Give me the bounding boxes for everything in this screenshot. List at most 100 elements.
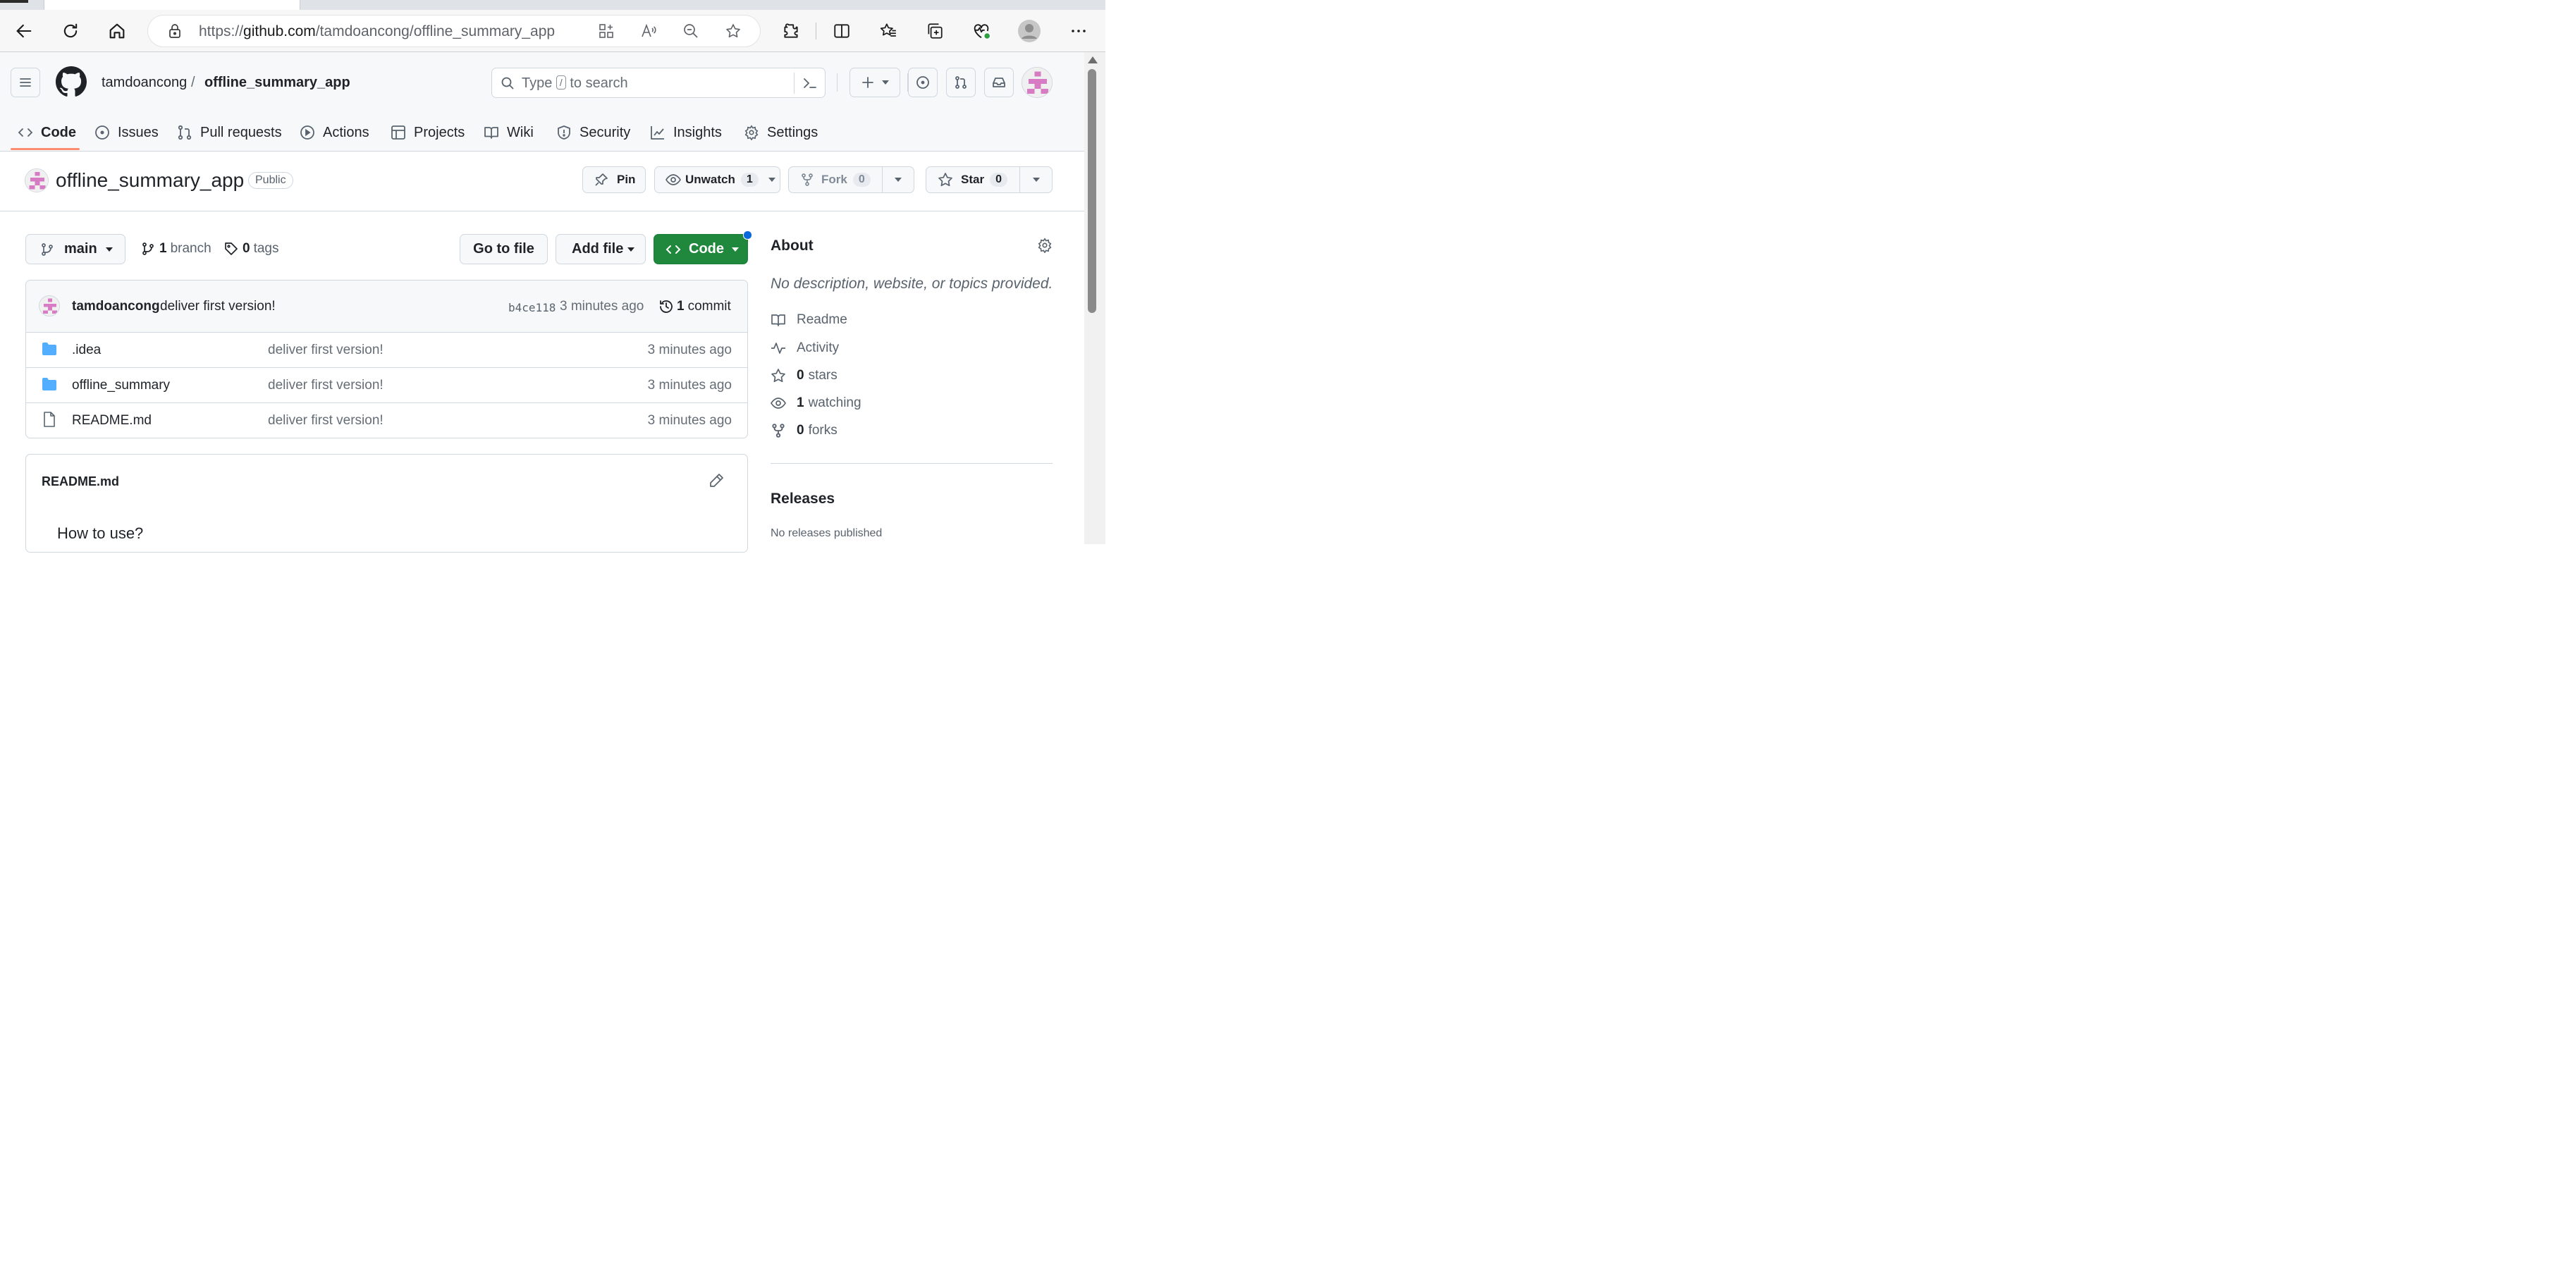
activity-link[interactable]: Activity (771, 340, 839, 356)
book-icon (484, 127, 498, 139)
tab-actions-button[interactable] (0, 0, 28, 3)
releases-title[interactable]: Releases (771, 491, 835, 507)
tab-pull-requests[interactable]: Pull requests (177, 114, 282, 151)
menu-button[interactable] (11, 68, 40, 97)
repo-link[interactable]: offline_summary_app (204, 75, 350, 91)
branch-icon (142, 242, 154, 255)
tags-link[interactable]: 0 tags (224, 241, 279, 257)
extensions-icon[interactable] (778, 18, 804, 44)
watch-count: 1 (740, 173, 759, 187)
create-new-button[interactable] (850, 68, 900, 97)
browser-essentials-icon[interactable] (969, 18, 994, 44)
table-icon (391, 125, 405, 140)
browser-tabstrip (0, 0, 1105, 10)
edit-pencil-icon[interactable] (709, 473, 724, 488)
pull-request-icon (955, 76, 967, 89)
address-url[interactable]: https://github.com/tamdoancong/offline_s… (199, 23, 555, 40)
commit-author-avatar[interactable] (39, 295, 60, 316)
fork-dropdown-button[interactable] (882, 166, 914, 193)
star-icon (938, 173, 952, 187)
tab-wiki[interactable]: Wiki (484, 114, 534, 151)
chevron-down-icon (895, 178, 902, 182)
plus-icon (862, 77, 873, 88)
address-bar[interactable]: https://github.com/tamdoancong/offline_s… (148, 16, 760, 47)
app-available-icon[interactable] (598, 23, 615, 39)
fork-icon (772, 424, 785, 438)
branch-selector[interactable]: main (25, 234, 125, 264)
zoom-out-icon[interactable] (682, 23, 699, 39)
pull-requests-button[interactable] (946, 68, 976, 97)
tab-settings[interactable]: Settings (744, 114, 818, 151)
tab-actions[interactable]: Actions (300, 114, 369, 151)
file-row[interactable]: .idea deliver first version! 3 minutes a… (26, 333, 747, 368)
search-input[interactable]: Type / to search (491, 68, 826, 98)
pull-request-icon (178, 125, 192, 140)
file-commit-message[interactable]: deliver first version! (268, 343, 384, 358)
about-description: No description, website, or topics provi… (771, 276, 1053, 292)
file-commit-message[interactable]: deliver first version! (268, 413, 384, 429)
tab-code[interactable]: Code (18, 114, 76, 151)
scrollbar-thumb[interactable] (1088, 69, 1096, 313)
page-scrollbar[interactable] (1084, 52, 1105, 544)
tab-insights[interactable]: Insights (650, 114, 722, 151)
tab-projects[interactable]: Projects (391, 114, 465, 151)
site-info-lock-icon[interactable] (166, 23, 183, 39)
code-icon (18, 128, 33, 137)
user-avatar[interactable] (1022, 67, 1053, 98)
stars-link[interactable]: 0 stars (771, 368, 838, 383)
browser-tab-active[interactable] (44, 0, 300, 10)
pin-button[interactable]: Pin (582, 166, 646, 193)
file-row[interactable]: offline_summary deliver first version! 3… (26, 368, 747, 403)
active-tab-underline (11, 148, 80, 150)
read-aloud-icon[interactable] (640, 23, 657, 39)
file-name[interactable]: offline_summary (72, 378, 170, 393)
search-placeholder: Type / to search (522, 75, 628, 91)
favorite-star-icon[interactable] (725, 23, 742, 39)
issues-button[interactable] (908, 68, 938, 97)
watching-link[interactable]: 1 watching (771, 395, 861, 411)
home-icon[interactable] (104, 18, 130, 44)
code-button[interactable]: Code (654, 234, 748, 264)
tab-security[interactable]: Security (556, 114, 630, 151)
file-name[interactable]: README.md (72, 413, 152, 429)
favorites-icon[interactable] (876, 18, 901, 44)
settings-more-icon[interactable] (1066, 18, 1091, 44)
unwatch-button[interactable]: Unwatch 1 (654, 166, 780, 193)
repo-owner-avatar[interactable] (25, 168, 49, 192)
inbox-button[interactable] (984, 68, 1014, 97)
file-name[interactable]: .idea (72, 343, 101, 358)
eye-icon (666, 174, 681, 185)
chevron-down-icon (1032, 178, 1040, 182)
tab-issues[interactable]: Issues (94, 114, 159, 151)
star-dropdown-button[interactable] (1019, 166, 1053, 193)
commit-author[interactable]: tamdoancong (72, 299, 160, 314)
add-file-button[interactable]: Add file (556, 234, 646, 264)
star-button[interactable]: Star 0 (926, 166, 1020, 193)
command-palette-icon[interactable] (802, 75, 818, 91)
repo-title[interactable]: offline_summary_app (56, 169, 244, 192)
tag-icon (225, 242, 238, 255)
file-commit-message[interactable]: deliver first version! (268, 378, 384, 393)
branches-link[interactable]: 1 branch (141, 241, 211, 257)
fork-button[interactable]: Fork 0 (788, 166, 883, 193)
profile-avatar-icon[interactable] (1017, 18, 1042, 44)
back-icon[interactable] (11, 18, 37, 44)
forks-link[interactable]: 0 forks (771, 423, 838, 438)
readme-title[interactable]: README.md (42, 474, 119, 489)
chevron-down-icon (627, 247, 635, 252)
file-row[interactable]: README.md deliver first version! 3 minut… (26, 403, 747, 438)
split-screen-icon[interactable] (829, 18, 854, 44)
scroll-up-arrow[interactable] (1088, 56, 1098, 63)
sidebar-divider (771, 463, 1053, 464)
refresh-icon[interactable] (58, 18, 83, 44)
commit-message[interactable]: deliver first version! (160, 299, 276, 314)
gear-icon[interactable] (1037, 238, 1053, 253)
branch-icon (42, 242, 53, 256)
go-to-file-button[interactable]: Go to file (460, 234, 548, 264)
commit-sha[interactable]: b4ce118 (508, 301, 556, 314)
github-logo-icon[interactable] (56, 66, 87, 97)
commit-history-link[interactable]: 1 commit (658, 299, 731, 314)
readme-link[interactable]: Readme (771, 312, 847, 328)
owner-link[interactable]: tamdoancong (102, 75, 187, 91)
collections-icon[interactable] (922, 18, 947, 44)
